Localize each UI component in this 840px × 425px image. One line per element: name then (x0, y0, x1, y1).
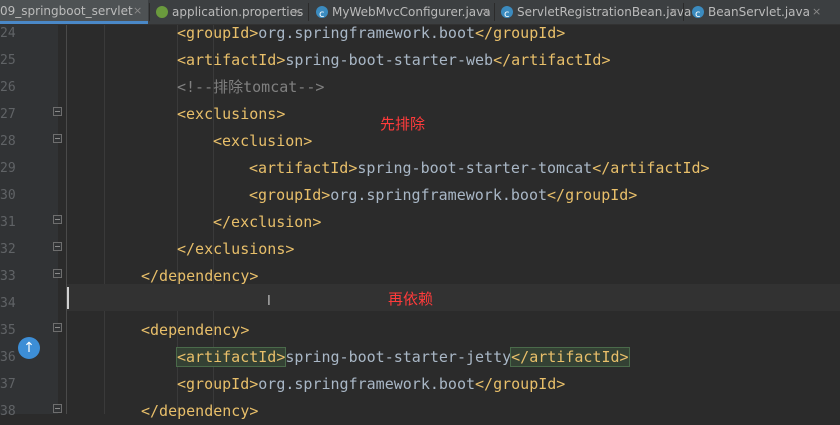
line-number: 36 (0, 350, 16, 365)
code-line: <artifactId>spring-boot-starter-tomcat</… (67, 155, 840, 182)
xml-tag: <groupId> (177, 24, 259, 42)
override-marker-icon[interactable]: ↑ (18, 337, 40, 359)
xml-tag: </artifactId> (592, 159, 710, 177)
tab-label: 09_springboot_servlet (0, 4, 133, 18)
line-number: 33 (0, 269, 16, 284)
line-number: 38 (0, 404, 16, 419)
code-line: </dependency> (67, 398, 840, 425)
line-number: 25 (0, 53, 16, 68)
xml-tag-highlighted: <artifactId> (175, 347, 287, 367)
code-line: <artifactId>spring-boot-starter-jetty</a… (67, 344, 840, 371)
line-number: 28 (0, 134, 16, 149)
xml-tag: </groupId> (475, 24, 566, 42)
fold-toggle-icon[interactable] (53, 215, 62, 224)
code-editor[interactable]: <groupId>org.springframework.boot</group… (67, 24, 840, 420)
class-icon (316, 3, 328, 27)
current-code-line[interactable] (67, 284, 840, 311)
class-icon (692, 3, 704, 27)
xml-text: spring-boot-starter-jetty (285, 348, 512, 366)
code-line: </exclusion> (67, 209, 840, 236)
xml-tag: </exclusion> (213, 213, 322, 231)
annotation-then-depend: 再依赖 (388, 290, 434, 308)
xml-tag: </groupId> (547, 186, 638, 204)
code-line: <groupId>org.springframework.boot</group… (67, 20, 840, 47)
fold-toggle-icon[interactable] (53, 404, 62, 413)
xml-tag: </artifactId> (493, 51, 611, 69)
close-icon[interactable]: × (133, 0, 142, 22)
line-number: 32 (0, 242, 16, 257)
xml-tag: </dependency> (141, 402, 259, 420)
class-icon (501, 3, 513, 27)
line-number: 27 (0, 107, 16, 122)
xml-tag: <artifactId> (177, 51, 286, 69)
xml-text: org.springframework.boot (330, 186, 548, 204)
editor-gutter[interactable]: 24 25 26 27 28 29 30 31 32 33 34 35 36 3… (0, 25, 62, 419)
line-number: 35 (0, 323, 16, 338)
fold-toggle-icon[interactable] (53, 269, 62, 278)
spring-leaf-icon (156, 6, 168, 18)
xml-tag: <exclusions> (177, 105, 286, 123)
fold-toggle-icon[interactable] (53, 107, 62, 116)
code-line: <groupId>org.springframework.boot</group… (67, 371, 840, 398)
line-number: 37 (0, 377, 16, 392)
code-line: <exclusion> (67, 128, 840, 155)
fold-toggle-icon[interactable] (53, 323, 62, 332)
code-line: <dependency> (67, 317, 840, 344)
xml-text: org.springframework.boot (258, 375, 476, 393)
xml-tag: <groupId> (177, 375, 259, 393)
ibeam-cursor-icon: I (267, 294, 271, 309)
fold-toggle-icon[interactable] (53, 242, 62, 251)
fold-toggle-icon[interactable] (53, 134, 62, 143)
code-line: <exclusions> (67, 101, 840, 128)
line-number: 31 (0, 215, 16, 230)
xml-tag: <artifactId> (249, 159, 358, 177)
xml-text: org.springframework.boot (258, 24, 476, 42)
line-number: 34 (0, 296, 16, 311)
xml-tag: <dependency> (141, 321, 250, 339)
text-caret (67, 287, 69, 309)
line-number: 29 (0, 161, 16, 176)
code-line: <artifactId>spring-boot-starter-web</art… (67, 47, 840, 74)
xml-tag: </groupId> (475, 375, 566, 393)
line-number: 24 (0, 26, 16, 41)
xml-text: spring-boot-starter-tomcat (357, 159, 593, 177)
xml-tag: <groupId> (249, 186, 331, 204)
xml-tag-highlighted: </artifactId> (510, 347, 630, 367)
code-line: </exclusions> (67, 236, 840, 263)
xml-tag: <exclusion> (213, 132, 313, 150)
xml-comment: <!--排除tomcat--> (177, 78, 325, 96)
annotation-exclude-first: 先排除 (380, 115, 426, 133)
line-number: 26 (0, 80, 16, 95)
code-line: <groupId>org.springframework.boot</group… (67, 182, 840, 209)
xml-tag: </exclusions> (177, 240, 295, 258)
line-number: 30 (0, 188, 16, 203)
code-line: <!--排除tomcat--> (67, 74, 840, 101)
xml-text: spring-boot-starter-web (285, 51, 494, 69)
